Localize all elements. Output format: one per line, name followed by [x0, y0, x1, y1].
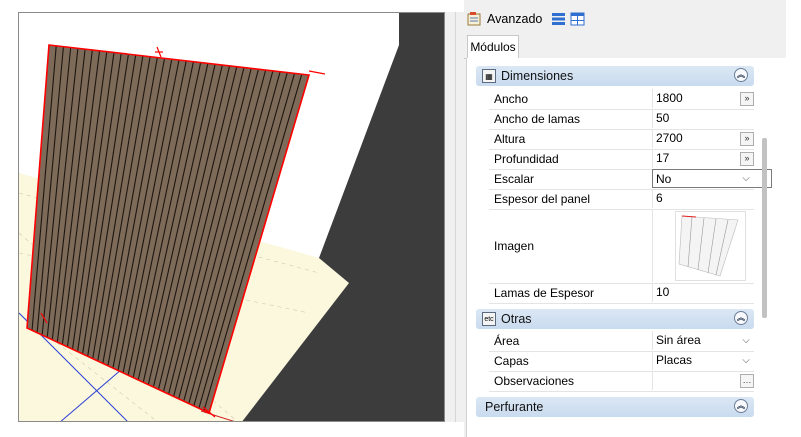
- collapse-icon[interactable]: ︽: [734, 68, 748, 82]
- scene-svg: [19, 13, 399, 421]
- prop-label: Altura: [494, 132, 526, 146]
- section-otras-title: Otras: [501, 312, 532, 326]
- section-dimensiones[interactable]: ▦ Dimensiones ︽: [476, 66, 754, 86]
- prop-label: Espesor del panel: [494, 192, 591, 206]
- tab-modulos[interactable]: Módulos: [467, 35, 519, 58]
- prop-value[interactable]: 6: [652, 189, 772, 208]
- prop-row-area[interactable]: Área Sin área ⌵: [489, 331, 754, 352]
- collapse-icon[interactable]: ︽: [734, 399, 748, 413]
- chevron-down-icon[interactable]: ⌵: [738, 332, 754, 349]
- thumbnail-image: [678, 215, 739, 277]
- section-otras[interactable]: etc Otras ︽: [476, 309, 754, 329]
- prop-label: Imagen: [494, 239, 535, 253]
- prop-value[interactable]: [652, 371, 772, 390]
- prop-row-escalar[interactable]: Escalar No ⌵: [489, 169, 772, 190]
- prop-value[interactable]: 10: [652, 283, 772, 302]
- section-perfurante-title: Perfurante: [485, 400, 544, 414]
- prop-value[interactable]: 17: [652, 149, 772, 168]
- capas-select[interactable]: Placas: [652, 351, 772, 370]
- vertical-scrollbar[interactable]: [762, 138, 767, 318]
- prop-label: Área: [494, 334, 520, 348]
- properties-panel: Avanzado Módulos ▦ Dimensiones ︽ Ancho 1…: [464, 0, 787, 437]
- section-dimensiones-title: Dimensiones: [501, 69, 574, 83]
- 3d-viewport[interactable]: [18, 12, 445, 422]
- area-select[interactable]: Sin área: [652, 331, 772, 350]
- prop-label: Ancho de lamas: [494, 112, 581, 126]
- preview-thumbnail[interactable]: [675, 211, 746, 281]
- avanzado-label: Avanzado: [487, 12, 543, 26]
- prop-row-lamas-espesor[interactable]: Lamas de Espesor 10: [489, 283, 754, 304]
- list-view-button[interactable]: [551, 8, 567, 30]
- list-view-icon: [551, 12, 567, 26]
- prop-value[interactable]: 2700: [652, 129, 772, 148]
- more-button[interactable]: »: [740, 92, 754, 106]
- ellipsis-button[interactable]: …: [740, 374, 754, 388]
- escalar-select[interactable]: No: [652, 169, 772, 188]
- prop-label: Lamas de Espesor: [494, 286, 595, 300]
- tab-strip: Módulos: [464, 34, 786, 59]
- prop-label: Escalar: [494, 172, 535, 186]
- chevron-down-icon[interactable]: ⌵: [738, 352, 754, 369]
- chevron-down-icon[interactable]: ⌵: [738, 170, 754, 187]
- prop-row-ancho[interactable]: Ancho 1800 »: [489, 89, 754, 110]
- grid-view-button[interactable]: [570, 8, 586, 30]
- prop-row-observaciones[interactable]: Observaciones …: [489, 371, 754, 392]
- collapse-icon[interactable]: ︽: [734, 311, 748, 325]
- prop-row-profundidad[interactable]: Profundidad 17 »: [489, 149, 754, 170]
- prop-value[interactable]: 50: [652, 109, 772, 128]
- prop-value[interactable]: 1800: [652, 89, 772, 108]
- grid-view-icon: [570, 12, 586, 26]
- more-button[interactable]: »: [740, 152, 754, 166]
- prop-label: Profundidad: [494, 152, 559, 166]
- prop-row-altura[interactable]: Altura 2700 »: [489, 129, 754, 150]
- prop-row-ancho-lamas[interactable]: Ancho de lamas 50: [489, 109, 754, 130]
- dimensions-icon: ▦: [482, 69, 496, 83]
- properties-toolbar: Avanzado: [464, 8, 786, 32]
- properties-icon: [467, 12, 483, 26]
- more-button[interactable]: »: [740, 132, 754, 146]
- prop-label: Ancho: [494, 92, 529, 106]
- prop-row-imagen[interactable]: Imagen: [489, 209, 754, 284]
- avanzado-button[interactable]: Avanzado: [467, 8, 542, 30]
- prop-row-espesor-panel[interactable]: Espesor del panel 6: [489, 189, 754, 210]
- property-grid: ▦ Dimensiones ︽ Ancho 1800 » Ancho de la…: [466, 58, 787, 437]
- etc-icon: etc: [482, 312, 496, 326]
- prop-label: Capas: [494, 354, 529, 368]
- splitter-line: [455, 12, 456, 422]
- section-perfurante[interactable]: Perfurante ︽: [476, 397, 754, 417]
- prop-label: Observaciones: [494, 374, 575, 388]
- prop-row-capas[interactable]: Capas Placas ⌵: [489, 351, 754, 372]
